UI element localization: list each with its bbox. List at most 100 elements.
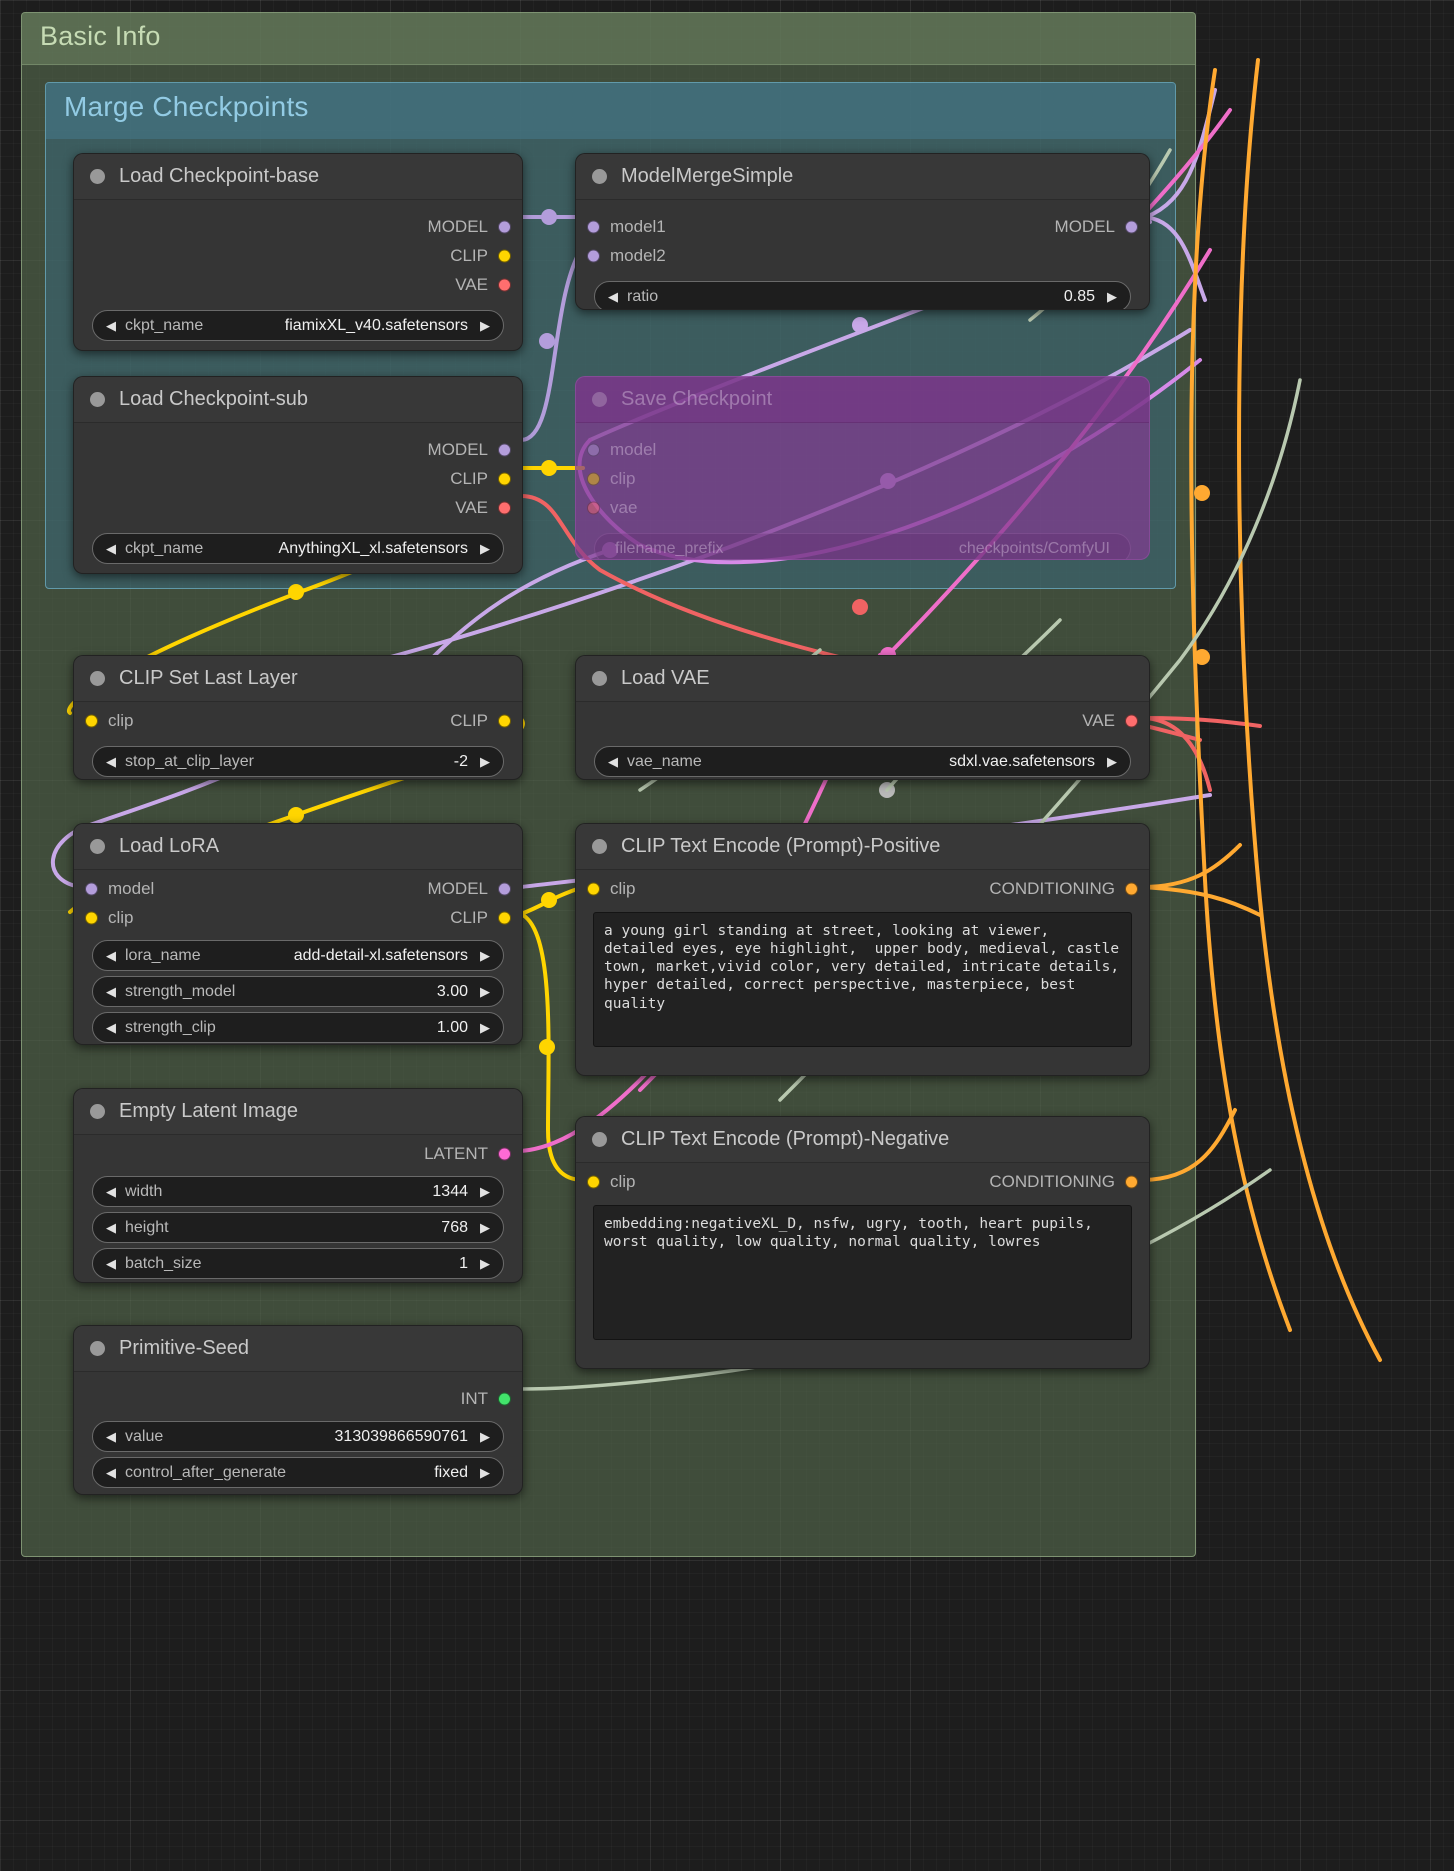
- model-port-icon[interactable]: [498, 882, 511, 895]
- input-slot-vae[interactable]: vae: [576, 493, 1149, 522]
- vae-port-icon[interactable]: [498, 278, 511, 291]
- arrow-left-icon[interactable]: ◀: [106, 755, 116, 768]
- widget-value[interactable]: 3.00: [437, 983, 468, 1001]
- widget-strength-clip[interactable]: ◀ strength_clip 1.00 ▶: [92, 1012, 504, 1043]
- input-slot-model2[interactable]: model2: [576, 241, 1149, 270]
- collapse-dot-icon[interactable]: [592, 392, 607, 407]
- clip-port-icon[interactable]: [85, 911, 98, 924]
- model-port-icon[interactable]: [498, 443, 511, 456]
- output-slot-clip[interactable]: CLIP: [74, 241, 522, 270]
- collapse-dot-icon[interactable]: [592, 671, 607, 686]
- group-marge-checkpoints-header[interactable]: Marge Checkpoints: [46, 83, 1175, 139]
- arrow-right-icon[interactable]: ▶: [480, 1466, 490, 1479]
- positive-prompt-textarea[interactable]: a young girl standing at street, looking…: [593, 912, 1132, 1047]
- vae-port-icon[interactable]: [1125, 714, 1138, 727]
- collapse-dot-icon[interactable]: [592, 839, 607, 854]
- model-port-icon[interactable]: [587, 443, 600, 456]
- output-slot-latent[interactable]: LATENT: [74, 1139, 522, 1168]
- conditioning-port-icon[interactable]: [1125, 882, 1138, 895]
- model1-port-icon[interactable]: [587, 220, 600, 233]
- clip-port-icon[interactable]: [498, 911, 511, 924]
- output-slot-model[interactable]: MODEL: [74, 212, 522, 241]
- int-port-icon[interactable]: [498, 1392, 511, 1405]
- arrow-left-icon[interactable]: ◀: [106, 1466, 116, 1479]
- arrow-left-icon[interactable]: ◀: [106, 319, 116, 332]
- arrow-right-icon[interactable]: ▶: [480, 1430, 490, 1443]
- arrow-left-icon[interactable]: ◀: [106, 1221, 116, 1234]
- node-header[interactable]: Save Checkpoint: [576, 377, 1149, 423]
- node-header[interactable]: CLIP Set Last Layer: [74, 656, 522, 702]
- output-slot-int[interactable]: INT: [74, 1384, 522, 1413]
- widget-width[interactable]: ◀ width 1344 ▶: [92, 1176, 504, 1207]
- arrow-right-icon[interactable]: ▶: [480, 1221, 490, 1234]
- node-load-checkpoint-base[interactable]: Load Checkpoint-base MODEL CLIP VAE ◀ ck…: [73, 153, 523, 351]
- latent-port-icon[interactable]: [498, 1147, 511, 1160]
- output-slot-vae[interactable]: VAE: [74, 270, 522, 299]
- arrow-left-icon[interactable]: ◀: [106, 542, 116, 555]
- widget-value[interactable]: 1: [459, 1255, 468, 1273]
- clip-port-icon[interactable]: [498, 249, 511, 262]
- widget-value[interactable]: fiamixXL_v40.safetensors: [285, 317, 468, 335]
- node-header[interactable]: Load LoRA: [74, 824, 522, 870]
- node-model-merge-simple[interactable]: ModelMergeSimple model1 MODEL model2 ◀ r…: [575, 153, 1150, 310]
- node-load-vae[interactable]: Load VAE VAE ◀ vae_name sdxl.vae.safeten…: [575, 655, 1150, 780]
- widget-ratio[interactable]: ◀ ratio 0.85 ▶: [594, 281, 1131, 309]
- arrow-left-icon[interactable]: ◀: [106, 1021, 116, 1034]
- node-primitive-seed[interactable]: Primitive-Seed INT ◀ value 3130398665907…: [73, 1325, 523, 1495]
- widget-value[interactable]: 0.85: [1064, 288, 1095, 306]
- widget-value[interactable]: ◀ value 313039866590761 ▶: [92, 1421, 504, 1452]
- group-basic-info-header[interactable]: Basic Info: [22, 13, 1195, 65]
- widget-value[interactable]: fixed: [434, 1464, 468, 1482]
- arrow-left-icon[interactable]: ◀: [608, 290, 618, 303]
- widget-lora-name[interactable]: ◀ lora_name add-detail-xl.safetensors ▶: [92, 940, 504, 971]
- clip-port-icon[interactable]: [587, 882, 600, 895]
- vae-port-icon[interactable]: [498, 501, 511, 514]
- model-port-icon[interactable]: [85, 882, 98, 895]
- arrow-right-icon[interactable]: ▶: [480, 985, 490, 998]
- arrow-right-icon[interactable]: ▶: [480, 1021, 490, 1034]
- widget-strength-model[interactable]: ◀ strength_model 3.00 ▶: [92, 976, 504, 1007]
- widget-value[interactable]: -2: [454, 753, 468, 771]
- node-header[interactable]: Primitive-Seed: [74, 1326, 522, 1372]
- widget-vae-name[interactable]: ◀ vae_name sdxl.vae.safetensors ▶: [594, 746, 1131, 777]
- arrow-left-icon[interactable]: ◀: [106, 1257, 116, 1270]
- node-header[interactable]: ModelMergeSimple: [576, 154, 1149, 200]
- output-slot-vae[interactable]: VAE: [74, 493, 522, 522]
- collapse-dot-icon[interactable]: [90, 671, 105, 686]
- model-port-icon[interactable]: [1125, 220, 1138, 233]
- node-load-checkpoint-sub[interactable]: Load Checkpoint-sub MODEL CLIP VAE ◀ ckp…: [73, 376, 523, 574]
- arrow-right-icon[interactable]: ▶: [480, 755, 490, 768]
- arrow-left-icon[interactable]: ◀: [106, 949, 116, 962]
- arrow-left-icon[interactable]: ◀: [106, 985, 116, 998]
- widget-value[interactable]: 768: [441, 1219, 468, 1237]
- collapse-dot-icon[interactable]: [90, 392, 105, 407]
- widget-height[interactable]: ◀ height 768 ▶: [92, 1212, 504, 1243]
- collapse-dot-icon[interactable]: [90, 1341, 105, 1356]
- node-header[interactable]: Load VAE: [576, 656, 1149, 702]
- conditioning-port-icon[interactable]: [1125, 1175, 1138, 1188]
- clip-port-icon[interactable]: [85, 714, 98, 727]
- collapse-dot-icon[interactable]: [90, 1104, 105, 1119]
- widget-value[interactable]: 1344: [432, 1183, 468, 1201]
- widget-filename-prefix[interactable]: filename_prefix checkpoints/ComfyUI: [594, 533, 1131, 559]
- node-clip-text-encode-negative[interactable]: CLIP Text Encode (Prompt)-Negative clip …: [575, 1116, 1150, 1369]
- negative-prompt-textarea[interactable]: embedding:negativeXL_D, nsfw, ugry, toot…: [593, 1205, 1132, 1340]
- model2-port-icon[interactable]: [587, 249, 600, 262]
- vae-port-icon[interactable]: [587, 501, 600, 514]
- arrow-left-icon[interactable]: ◀: [106, 1430, 116, 1443]
- arrow-left-icon[interactable]: ◀: [106, 1185, 116, 1198]
- widget-value[interactable]: 313039866590761: [335, 1428, 468, 1446]
- node-header[interactable]: Empty Latent Image: [74, 1089, 522, 1135]
- input-slot-model[interactable]: model: [576, 435, 1149, 464]
- collapse-dot-icon[interactable]: [592, 1132, 607, 1147]
- node-clip-text-encode-positive[interactable]: CLIP Text Encode (Prompt)-Positive clip …: [575, 823, 1150, 1076]
- node-header[interactable]: CLIP Text Encode (Prompt)-Negative: [576, 1117, 1149, 1163]
- node-load-lora[interactable]: Load LoRA model MODEL clip CLIP ◀ lora_n…: [73, 823, 523, 1045]
- widget-value[interactable]: 1.00: [437, 1019, 468, 1037]
- clip-port-icon[interactable]: [498, 472, 511, 485]
- widget-batch-size[interactable]: ◀ batch_size 1 ▶: [92, 1248, 504, 1279]
- arrow-right-icon[interactable]: ▶: [480, 319, 490, 332]
- input-slot-clip[interactable]: clip: [576, 464, 1149, 493]
- arrow-right-icon[interactable]: ▶: [480, 1257, 490, 1270]
- node-empty-latent-image[interactable]: Empty Latent Image LATENT ◀ width 1344 ▶…: [73, 1088, 523, 1283]
